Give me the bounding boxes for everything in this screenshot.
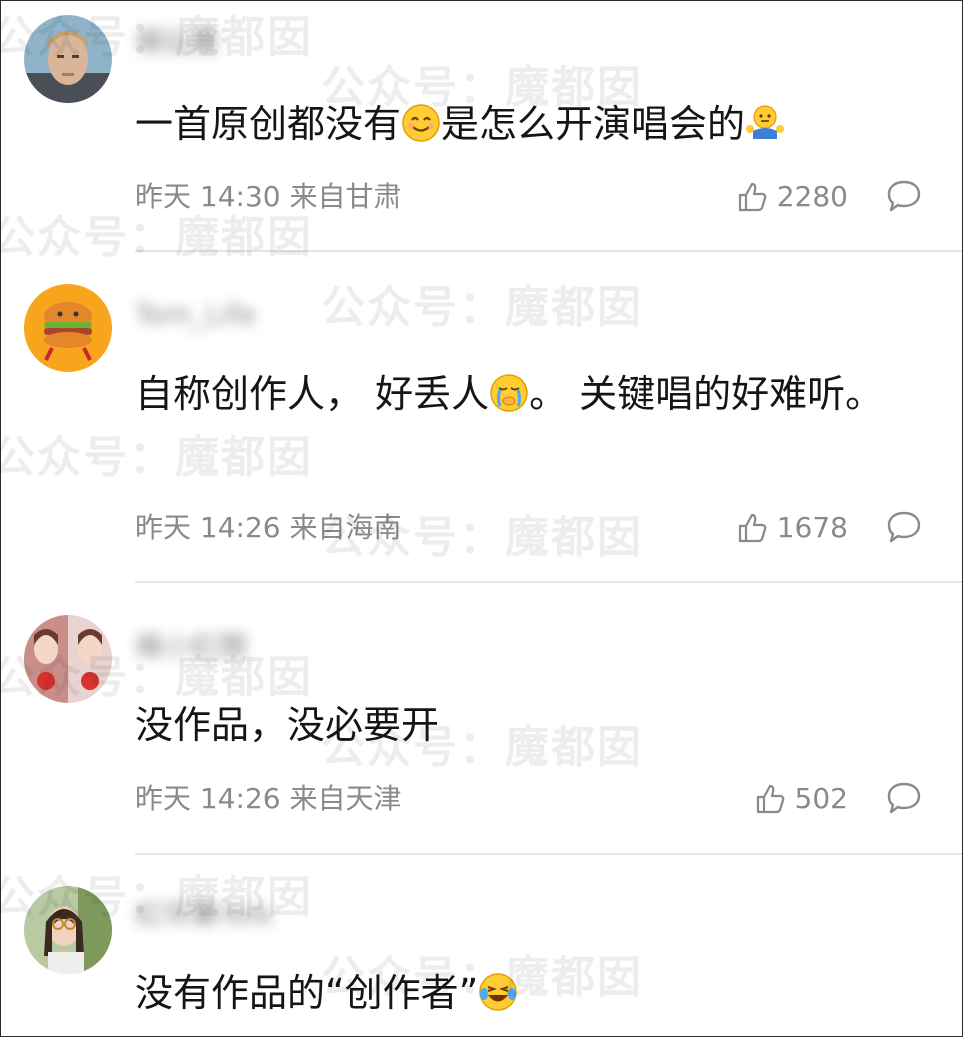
laugh-cry-emoji-icon — [478, 972, 518, 1012]
location: 来自天津 — [289, 782, 402, 815]
divider — [135, 581, 962, 583]
comment-item: 楊小紅顏 没作品，没必要开 昨天 14:26 来自天津 502 — [1, 584, 962, 855]
comment-text-part: 自称创作人， 好丢人 — [135, 372, 490, 416]
thumbs-up-icon — [753, 782, 787, 816]
avatar[interactable] — [24, 886, 112, 974]
comment-item: 楊弘雅 一首原创都没有 是怎么开演唱会的 昨天 14:30 来自甘肃 2280 — [1, 1, 962, 252]
location: 来自甘肃 — [289, 180, 402, 213]
timestamp: 昨天 14:30 — [135, 180, 281, 213]
like-count: 502 — [794, 782, 848, 815]
reply-bubble-icon[interactable] — [885, 508, 923, 546]
thumbs-up-icon — [735, 511, 769, 545]
comment-text: 没有作品的“创作者” — [135, 958, 925, 1028]
username[interactable]: 楊弘雅 — [135, 23, 219, 61]
like-button[interactable]: 2280 — [735, 177, 848, 217]
comment-meta: 昨天 14:30 来自甘肃 — [135, 177, 402, 217]
crying-emoji-icon — [489, 373, 529, 413]
comment-meta: 昨天 14:26 来自天津 — [135, 779, 402, 819]
reply-bubble-icon[interactable] — [885, 177, 923, 215]
avatar[interactable] — [24, 615, 112, 703]
comment-meta: 昨天 14:26 来自海南 — [135, 508, 402, 548]
comment-item: Tom_Life 自称创作人， 好丢人。 关键唱的好难听。 昨天 14:26 来… — [1, 252, 962, 583]
username[interactable]: 紅帘幕Yolk — [135, 896, 274, 934]
comment-item: 紅帘幕Yolk 没有作品的“创作者” — [1, 856, 962, 1036]
smile-emoji-icon — [401, 103, 441, 143]
timestamp: 昨天 14:26 — [135, 511, 281, 544]
avatar[interactable] — [24, 284, 112, 372]
comment-text-part: 没有作品的“创作者” — [135, 971, 479, 1015]
like-count: 1678 — [776, 511, 848, 544]
timestamp: 昨天 14:26 — [135, 782, 281, 815]
avatar[interactable] — [24, 15, 112, 103]
like-button[interactable]: 1678 — [735, 508, 848, 548]
location: 来自海南 — [289, 511, 402, 544]
comment-text-part: 没作品，没必要开 — [135, 703, 440, 747]
comment-text: 一首原创都没有 是怎么开演唱会的 — [135, 89, 925, 159]
comment-text: 没作品，没必要开 — [135, 690, 925, 760]
reply-bubble-icon[interactable] — [885, 779, 923, 817]
divider — [135, 853, 962, 855]
like-count: 2280 — [776, 180, 848, 213]
comment-text-part: 。 关键唱的好难听。 — [529, 372, 884, 416]
comment-text: 自称创作人， 好丢人。 关键唱的好难听。 — [135, 359, 925, 429]
comment-list: 楊弘雅 一首原创都没有 是怎么开演唱会的 昨天 14:30 来自甘肃 2280 T… — [0, 0, 963, 1037]
thumbs-up-icon — [735, 180, 769, 214]
comment-text-part: 是怎么开演唱会的 — [441, 102, 746, 146]
comment-text-part: 一首原创都没有 — [135, 102, 402, 146]
username[interactable]: 楊小紅顏 — [135, 628, 247, 666]
shrug-emoji-icon — [745, 103, 785, 143]
like-button[interactable]: 502 — [753, 779, 848, 819]
username[interactable]: Tom_Life — [135, 296, 256, 334]
